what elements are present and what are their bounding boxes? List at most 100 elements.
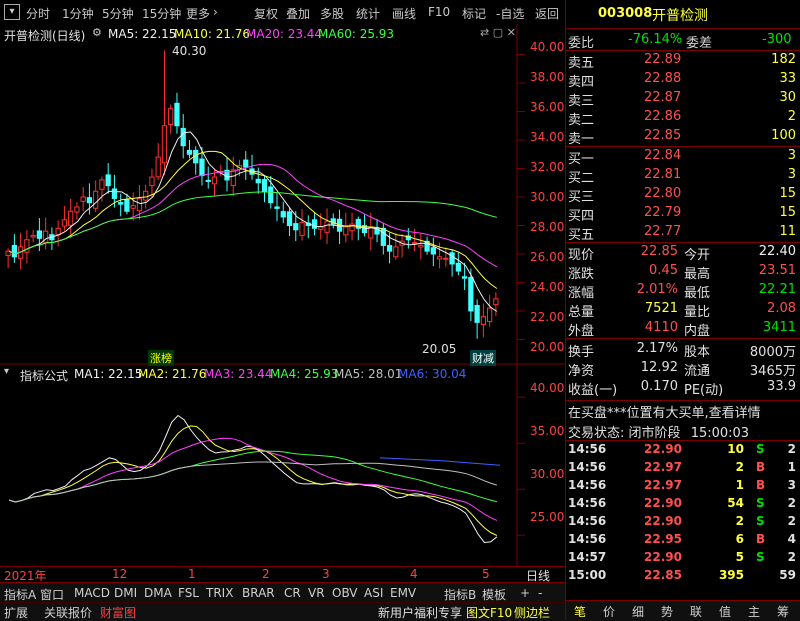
tick-side: S	[756, 514, 765, 528]
right-tab[interactable]: 主	[748, 603, 760, 620]
bottom-bar: 扩展 关联报价 财富图 新用户福利专享 图文F10 侧边栏	[0, 602, 565, 621]
tab-ind-b[interactable]: 指标B	[444, 586, 476, 603]
right-tab[interactable]: 筹	[777, 603, 789, 620]
tab-obv[interactable]: OBV	[332, 586, 358, 600]
add-icon[interactable]: +	[520, 586, 530, 600]
indicator-title[interactable]: 指标公式	[20, 367, 68, 384]
btn-fuquan[interactable]: 复权	[254, 5, 278, 22]
right-tab[interactable]: 细	[632, 603, 644, 620]
stat-label: 股本	[684, 345, 711, 360]
candle	[243, 159, 249, 168]
f10-link[interactable]: 图文F10	[466, 604, 512, 621]
bid-label: 买五	[568, 228, 595, 243]
menu-toggle-icon[interactable]: ▾	[4, 4, 20, 20]
main-chart[interactable]	[0, 24, 565, 566]
tab-5min[interactable]: 5分钟	[102, 5, 134, 22]
trade-status: 交易状态: 闭市阶段 15:00:03	[568, 422, 749, 441]
quote-label: 量比	[684, 305, 711, 320]
minus-icon[interactable]: -	[538, 586, 542, 600]
welfare-link[interactable]: 新用户福利专享	[378, 604, 462, 621]
high-annotation: 40.30	[172, 44, 207, 58]
quote-value: 2.08	[767, 301, 796, 316]
tick-volume: 395	[718, 568, 744, 582]
tab-fsl[interactable]: FSL	[178, 586, 199, 600]
candle	[436, 256, 443, 260]
tab-emv[interactable]: EMV	[390, 586, 416, 600]
tab-1min[interactable]: 1分钟	[62, 5, 94, 22]
stock-header: 003008 开普检测	[566, 4, 800, 26]
tab-asi[interactable]: ASI	[364, 586, 383, 600]
btn-huaxian[interactable]: 画线	[392, 5, 416, 22]
bid-price: 22.79	[644, 205, 682, 220]
tab-ind-a[interactable]: 指标A	[4, 586, 36, 603]
tab-fenshi[interactable]: 分时	[26, 5, 50, 22]
tag-caijian[interactable]: 财减	[470, 350, 496, 366]
date-m3: 3	[322, 567, 330, 581]
stat-value: 12.92	[640, 360, 678, 375]
big-order-notice[interactable]: 在买盘***位置有大买单,查看详情	[568, 402, 761, 421]
candle	[255, 178, 261, 184]
right-tab[interactable]: 联	[690, 603, 702, 620]
btn-back[interactable]: 返回	[535, 5, 559, 22]
btn-f10[interactable]: F10	[428, 5, 450, 19]
stat-value: 2.17%	[636, 341, 678, 356]
tab-more[interactable]: 更多	[186, 5, 210, 22]
tick-volume: 5	[735, 550, 744, 564]
btn-diejia[interactable]: 叠加	[286, 5, 310, 22]
tick-time: 14:56	[568, 478, 607, 492]
related-quote-button[interactable]: 关联报价	[44, 604, 92, 621]
tick-price: 22.97	[644, 460, 682, 474]
tick-count: 4	[787, 532, 796, 546]
tab-template[interactable]: 模板	[482, 586, 506, 603]
tab-cr[interactable]: CR	[284, 586, 301, 600]
sidebar-link[interactable]: 侧边栏	[514, 604, 550, 621]
tick-time: 15:00	[568, 568, 607, 582]
indicator-collapse-icon[interactable]: ▾	[4, 366, 9, 377]
ask-volume: 182	[771, 52, 796, 67]
btn-biaoji[interactable]: 标记	[462, 5, 486, 22]
candle	[61, 219, 68, 227]
candle	[136, 197, 143, 212]
tick-price: 22.97	[644, 478, 682, 492]
right-tab[interactable]: 值	[719, 603, 731, 620]
tab-dma[interactable]: DMA	[144, 586, 172, 600]
tab-dmi[interactable]: DMI	[114, 586, 137, 600]
chevron-right-icon[interactable]: ›	[213, 5, 218, 19]
candle	[11, 244, 18, 258]
ask-price: 22.88	[644, 71, 682, 86]
wealth-chart-button[interactable]: 财富图	[100, 604, 136, 621]
tab-15min[interactable]: 15分钟	[142, 5, 181, 22]
right-tab[interactable]: 价	[603, 603, 615, 620]
ask-label: 卖二	[568, 113, 595, 128]
tab-vr[interactable]: VR	[308, 586, 325, 600]
tick-price: 22.85	[644, 568, 682, 582]
tab-trix[interactable]: TRIX	[206, 586, 233, 600]
tab-window[interactable]: 窗口	[40, 586, 64, 603]
panel-icons[interactable]: ⇄ ▢ ✕	[480, 26, 516, 39]
right-tab[interactable]: 笔	[574, 603, 586, 620]
ask-label: 卖一	[568, 132, 595, 147]
candle	[143, 190, 149, 201]
price-tick: 40.00	[530, 40, 565, 54]
quote-value: 2.01%	[636, 282, 678, 297]
tag-zhangbang[interactable]: 涨榜	[148, 350, 174, 366]
right-tab[interactable]: 势	[661, 603, 673, 620]
tab-brar[interactable]: BRAR	[242, 586, 275, 600]
candle	[74, 206, 80, 213]
ext-button[interactable]: 扩展	[4, 604, 28, 621]
btn-zixuan[interactable]: -自选	[496, 5, 524, 22]
tick-volume: 10	[727, 442, 744, 456]
ind-ma3: MA3: 23.44	[204, 367, 273, 381]
trade-status-value: 闭市阶段	[628, 426, 681, 441]
tab-macd[interactable]: MACD	[74, 586, 110, 600]
candle	[93, 190, 99, 209]
ind-ma5: MA5: 28.01	[334, 367, 403, 381]
chart-settings-icon[interactable]: ⚙	[92, 26, 102, 39]
price-tick: 30.00	[530, 190, 565, 204]
bid-label: 买四	[568, 209, 595, 224]
candle	[111, 188, 118, 199]
btn-tongji[interactable]: 统计	[356, 5, 380, 22]
quote-label: 现价	[568, 248, 595, 263]
indicator-tick: 35.00	[530, 424, 565, 438]
btn-duogu[interactable]: 多股	[320, 5, 344, 22]
